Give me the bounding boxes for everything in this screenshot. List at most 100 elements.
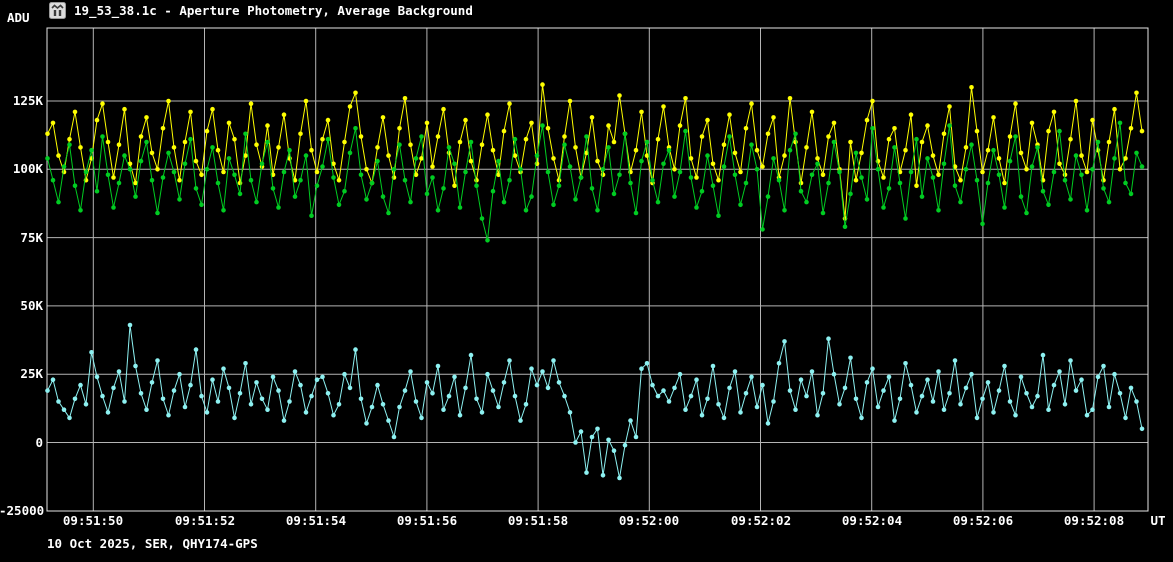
data-point: [628, 418, 633, 423]
data-point: [513, 394, 518, 399]
data-point: [1134, 151, 1139, 156]
data-point: [177, 178, 182, 183]
data-point: [337, 402, 342, 407]
data-point: [469, 353, 474, 358]
data-point: [1013, 413, 1018, 418]
data-point: [590, 115, 595, 120]
data-point: [408, 200, 413, 205]
data-point: [210, 377, 215, 382]
data-point: [1002, 181, 1007, 186]
data-point: [265, 123, 270, 128]
data-point: [887, 137, 892, 142]
data-point: [491, 388, 496, 393]
data-point: [353, 347, 358, 352]
data-point: [1129, 192, 1134, 197]
data-point: [155, 358, 160, 363]
data-point: [738, 170, 743, 175]
data-point: [45, 156, 50, 161]
data-point: [298, 132, 303, 137]
data-point: [1112, 372, 1117, 377]
data-point: [551, 358, 556, 363]
data-point: [359, 397, 364, 402]
data-point: [216, 148, 221, 153]
data-point: [1118, 121, 1123, 126]
data-point: [128, 323, 133, 328]
data-point: [623, 132, 628, 137]
data-point: [84, 402, 89, 407]
data-point: [205, 167, 210, 172]
data-point: [342, 372, 347, 377]
data-point: [722, 142, 727, 147]
data-point: [216, 181, 221, 186]
data-point: [1134, 91, 1139, 96]
data-point: [617, 173, 622, 178]
data-point: [909, 383, 914, 388]
data-point: [876, 405, 881, 410]
data-point: [964, 145, 969, 150]
data-point: [155, 211, 160, 216]
data-point: [232, 416, 237, 421]
data-point: [771, 115, 776, 120]
data-point: [733, 369, 738, 374]
data-point: [430, 391, 435, 396]
data-point: [128, 167, 133, 172]
data-point: [210, 145, 215, 150]
data-point: [386, 418, 391, 423]
data-point: [227, 156, 232, 161]
data-point: [551, 203, 556, 208]
data-point: [67, 137, 72, 142]
series-markers-cyan: [45, 323, 1144, 481]
data-point: [986, 380, 991, 385]
data-point: [1140, 427, 1145, 432]
data-point: [221, 208, 226, 213]
data-point: [342, 189, 347, 194]
data-point: [293, 194, 298, 199]
data-point: [661, 388, 666, 393]
data-point: [859, 416, 864, 421]
data-point: [161, 397, 166, 402]
data-point: [1013, 101, 1018, 106]
data-point: [810, 369, 815, 374]
data-point: [771, 156, 776, 161]
data-point: [848, 140, 853, 145]
plot-area[interactable]: [0, 0, 1173, 562]
data-point: [980, 170, 985, 175]
data-point: [689, 175, 694, 180]
data-point: [540, 369, 545, 374]
data-point: [425, 380, 430, 385]
data-point: [84, 170, 89, 175]
data-point: [678, 123, 683, 128]
data-point: [309, 213, 314, 218]
data-point: [925, 123, 930, 128]
data-point: [458, 140, 463, 145]
data-point: [1068, 137, 1073, 142]
data-point: [315, 183, 320, 188]
data-point: [672, 194, 677, 199]
series-line-cyan: [48, 325, 1143, 478]
data-point: [942, 162, 947, 167]
data-point: [117, 369, 122, 374]
data-point: [304, 153, 309, 158]
data-point: [975, 178, 980, 183]
data-point: [502, 129, 507, 134]
data-point: [881, 175, 886, 180]
data-point: [265, 140, 270, 145]
data-point: [183, 405, 188, 410]
data-point: [359, 134, 364, 139]
data-point: [969, 372, 974, 377]
data-point: [122, 399, 127, 404]
data-point: [1074, 153, 1079, 158]
data-point: [243, 361, 248, 366]
data-point: [95, 189, 100, 194]
data-point: [656, 137, 661, 142]
data-point: [100, 394, 105, 399]
data-point: [1090, 167, 1095, 172]
data-point: [848, 356, 853, 361]
data-point: [705, 397, 710, 402]
data-point: [628, 181, 633, 186]
data-point: [172, 170, 177, 175]
data-point: [304, 99, 309, 104]
data-point: [260, 162, 265, 167]
data-point: [260, 397, 265, 402]
data-point: [1096, 140, 1101, 145]
